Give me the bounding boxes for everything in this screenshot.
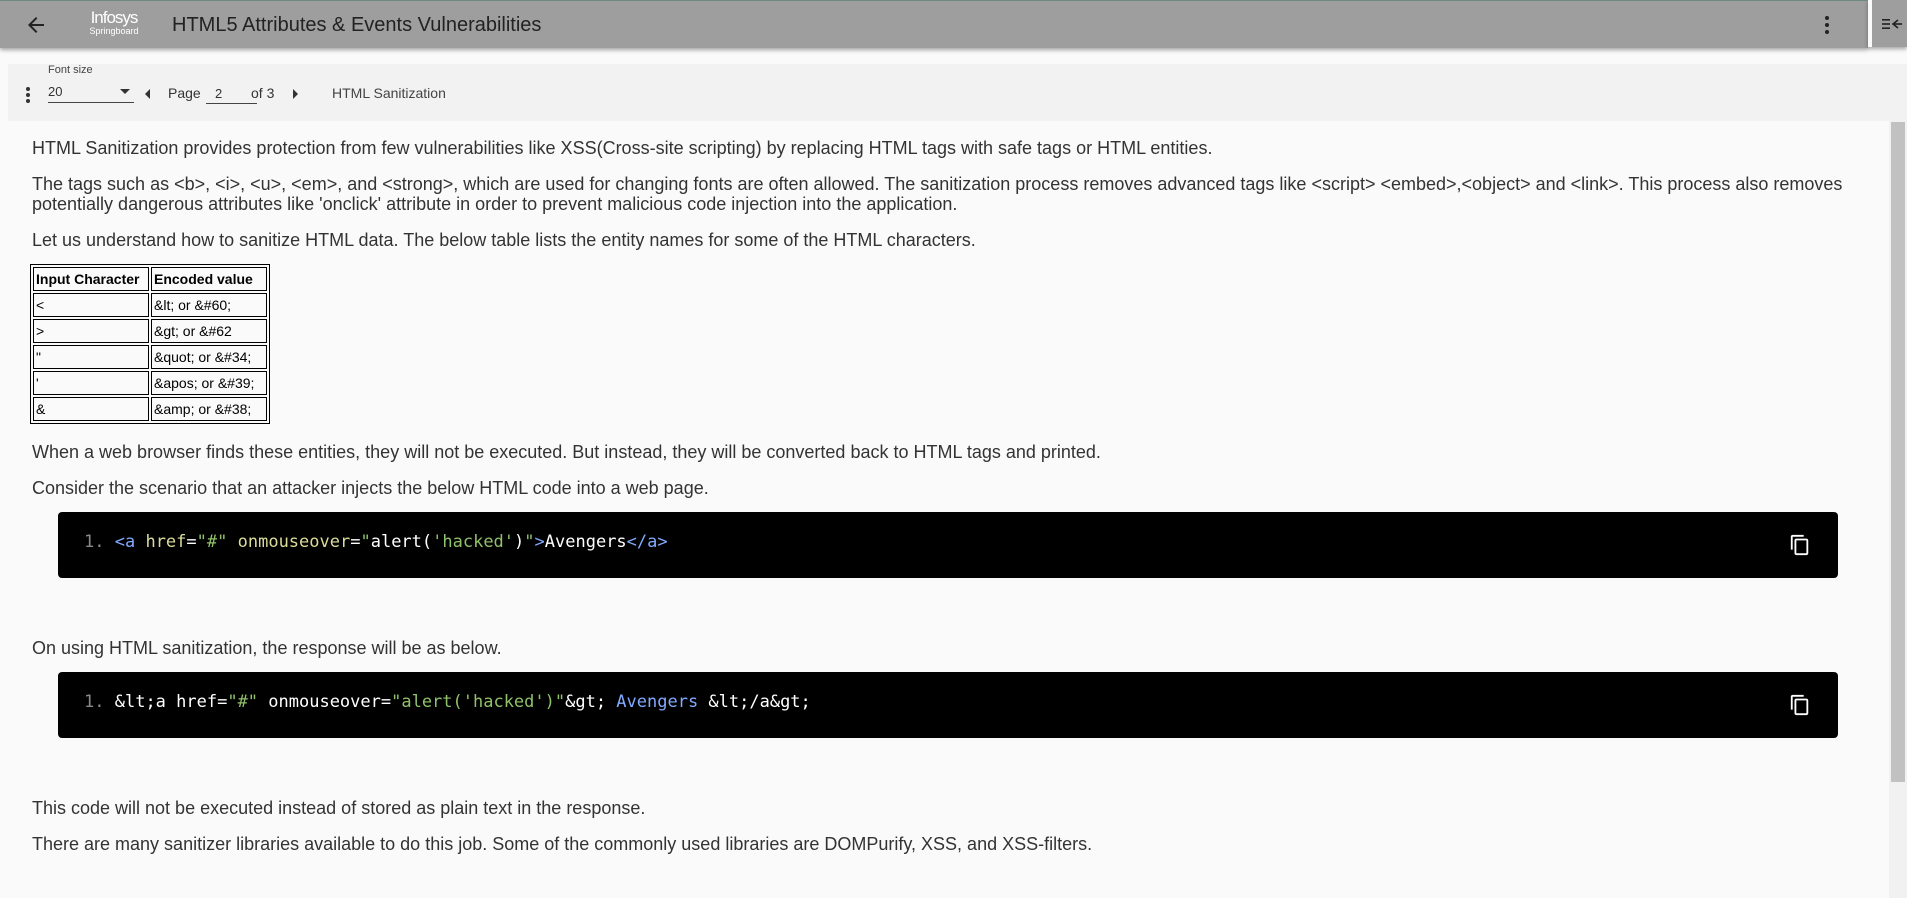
paragraph: The tags such as <b>, <i>, <u>, <em>, an…: [32, 174, 1843, 214]
page-label: Page: [168, 85, 201, 101]
table-row: > &gt; or &#62: [33, 319, 267, 343]
paragraph: HTML Sanitization provides protection fr…: [32, 138, 1213, 158]
reader-toolbar: Font size 20 Page of 3 HTML Sanitization: [8, 64, 1907, 121]
paragraph: When a web browser finds these entities,…: [32, 442, 1101, 462]
infosys-springboard-logo: Infosys Springboard: [89, 8, 139, 36]
previous-page-icon[interactable]: [145, 89, 150, 99]
toggle-sidebar-button[interactable]: [1868, 0, 1907, 47]
table-cell: &amp; or &#38;: [151, 397, 267, 421]
page-number-input[interactable]: [206, 83, 257, 104]
code-block: 1. <a href="#" onmouseover="alert('hacke…: [58, 512, 1838, 578]
section-title: HTML Sanitization: [332, 85, 446, 101]
table-cell: &: [33, 397, 149, 421]
code-block: 1. &lt;a href="#" onmouseover="alert('ha…: [58, 672, 1838, 738]
collapse-menu-icon: [1882, 19, 1902, 29]
next-page-icon[interactable]: [293, 89, 298, 99]
paragraph: This code will not be executed instead o…: [32, 798, 646, 818]
table-row: & &amp; or &#38;: [33, 397, 267, 421]
code-line: 1. &lt;a href="#" onmouseover="alert('ha…: [84, 692, 811, 712]
table-cell: &apos; or &#39;: [151, 371, 267, 395]
app-header: Infosys Springboard HTML5 Attributes & E…: [0, 0, 1868, 48]
more-options-icon[interactable]: [1820, 14, 1834, 36]
page-title: HTML5 Attributes & Events Vulnerabilitie…: [172, 14, 542, 36]
table-cell: &lt; or &#60;: [151, 293, 267, 317]
scrollbar-thumb[interactable]: [1891, 122, 1905, 782]
dropdown-arrow-icon: [120, 89, 130, 94]
font-size-label: Font size: [48, 64, 93, 76]
table-row: ' &apos; or &#39;: [33, 371, 267, 395]
entity-table: Input Character Encoded value < &lt; or …: [30, 264, 270, 424]
table-header-row: Input Character Encoded value: [33, 267, 267, 291]
code-line: 1. <a href="#" onmouseover="alert('hacke…: [84, 532, 668, 552]
table-cell: ": [33, 345, 149, 369]
table-cell: &quot; or &#34;: [151, 345, 267, 369]
paragraph: Consider the scenario that an attacker i…: [32, 478, 709, 498]
table-cell: ': [33, 371, 149, 395]
font-size-select[interactable]: 20: [48, 82, 134, 103]
copy-icon[interactable]: [1789, 534, 1811, 556]
back-arrow-icon[interactable]: [24, 13, 48, 37]
font-size-value: 20: [48, 84, 63, 99]
table-header: Encoded value: [151, 267, 267, 291]
toolbar-menu-icon[interactable]: [24, 86, 32, 104]
table-cell: <: [33, 293, 149, 317]
lesson-content: HTML Sanitization provides protection fr…: [30, 138, 1867, 870]
paragraph: Let us understand how to sanitize HTML d…: [32, 230, 976, 250]
table-cell: >: [33, 319, 149, 343]
table-row: < &lt; or &#60;: [33, 293, 267, 317]
page-total-label: of 3: [251, 85, 275, 101]
copy-icon[interactable]: [1789, 694, 1811, 716]
paragraph: On using HTML sanitization, the response…: [32, 638, 502, 658]
table-header: Input Character: [33, 267, 149, 291]
table-cell: &gt; or &#62: [151, 319, 267, 343]
table-row: " &quot; or &#34;: [33, 345, 267, 369]
paragraph: There are many sanitizer libraries avail…: [32, 834, 1093, 854]
